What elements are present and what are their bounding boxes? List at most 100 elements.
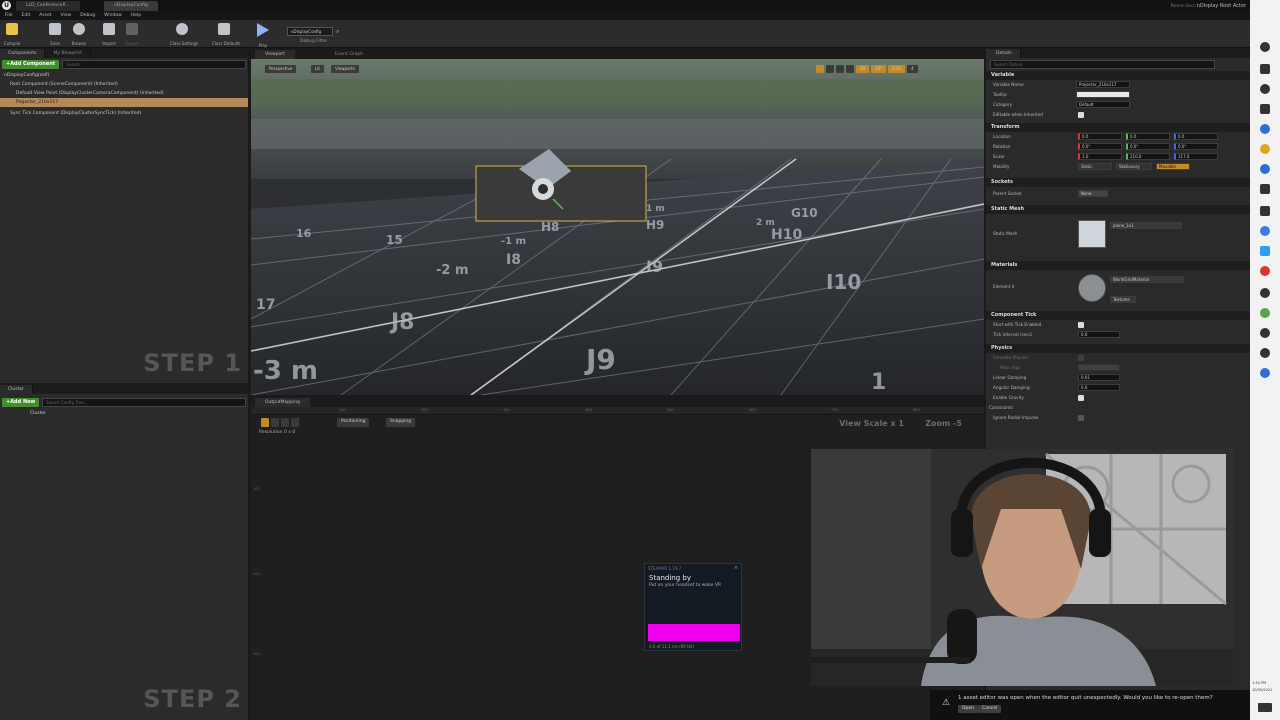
class-defaults-button[interactable]: Class Defaults [212,23,241,47]
section-physics[interactable]: Physics [986,344,1250,353]
tree-item-root-component[interactable]: Root Component (SceneComponent) (Inherit… [0,80,248,89]
material-thumbnail[interactable] [1078,274,1106,302]
material-textures-button[interactable]: Textures [1110,296,1136,303]
location-z[interactable]: 0.0 [1174,133,1218,140]
start-tick-checkbox[interactable] [1078,322,1084,328]
tick-interval-field[interactable]: 0.0 [1078,331,1120,338]
editable-checkbox[interactable] [1078,112,1084,118]
chrome-icon[interactable] [1260,144,1270,154]
parent-socket-field[interactable]: None [1078,190,1108,197]
app-icon[interactable] [1260,328,1270,338]
document-tab-config[interactable]: nDisplayConfig [104,1,158,11]
tree-item-cluster[interactable]: Cluster [0,409,248,418]
play-button[interactable]: Play [251,23,275,48]
app-icon[interactable] [1260,368,1270,378]
scale-y[interactable]: 210.0 [1126,153,1170,160]
mobility-movable[interactable]: Movable [1156,163,1190,170]
components-search-input[interactable]: Search [62,60,246,69]
section-variable[interactable]: Variable [986,71,1250,80]
tree-item-sync-tick[interactable]: Sync Tick Component (DisplayClusterSyncT… [0,109,248,118]
material-dropdown[interactable]: WorldGridMaterial [1110,276,1184,283]
compile-button[interactable]: Compile [0,23,24,47]
tab-viewport[interactable]: Viewport [255,50,295,59]
grid-snap-value[interactable]: 10 [856,65,870,73]
import-button[interactable]: Import [97,23,121,47]
app-icon[interactable] [1260,84,1270,94]
menu-edit[interactable]: Edit [22,13,31,18]
location-x[interactable]: 0.0 [1078,133,1122,140]
class-settings-button[interactable]: Class Settings [170,23,198,47]
mesh-thumbnail[interactable] [1078,220,1106,248]
open-button[interactable]: Open [958,705,979,713]
rotation-x[interactable]: 0.0° [1078,143,1122,150]
zoom-icon[interactable] [291,418,299,427]
tab-output-mapping[interactable]: OutputMapping [255,398,310,407]
app-icon[interactable] [1260,184,1270,194]
cluster-search-input[interactable]: Search Config Tree... [42,398,246,407]
snapping-button[interactable]: Snapping [386,418,416,427]
app-icon[interactable] [1260,226,1270,236]
viewports-button[interactable]: Viewports [331,65,359,73]
simulate-physics-checkbox[interactable] [1078,355,1084,361]
export-button[interactable]: Export [120,23,144,47]
scale-icon[interactable] [836,65,844,73]
cancel-button[interactable]: Cancel [978,705,1002,713]
perspective-button[interactable]: Perspective [265,65,297,73]
tree-item-projector[interactable]: Projector_210x117 [0,98,248,107]
section-transform[interactable]: Transform [986,123,1250,132]
scale-icon[interactable] [281,418,289,427]
category-dropdown[interactable]: Default [1076,101,1130,108]
app-icon[interactable] [1260,42,1270,52]
tree-root[interactable]: nDisplayConfig(self) [0,71,248,80]
tab-event-graph[interactable]: Event Graph [325,50,374,59]
static-mesh-dropdown[interactable]: plane_1x1 [1110,222,1182,229]
positioning-button[interactable]: Positioning [337,418,370,427]
tab-cluster[interactable]: Cluster [0,385,33,394]
app-icon[interactable] [1260,246,1270,256]
debug-object-combo[interactable]: nDisplayConfig [287,27,333,36]
mass-field[interactable] [1078,364,1120,371]
tab-details[interactable]: Details [986,49,1021,58]
menu-view[interactable]: View [61,13,72,18]
app-icon[interactable] [1260,164,1270,174]
browse-button[interactable]: Browse [67,23,91,47]
add-new-button[interactable]: +Add New [2,398,40,407]
scale-z[interactable]: 117.0 [1174,153,1218,160]
search-icon[interactable]: ⌕ [336,28,339,36]
location-y[interactable]: 0.0 [1126,133,1170,140]
notification-icon[interactable] [1258,703,1272,712]
menu-help[interactable]: Help [131,13,141,18]
save-button[interactable]: Save [43,23,67,47]
ignore-radial-checkbox[interactable] [1078,415,1084,421]
translate-icon[interactable] [816,65,824,73]
section-static-mesh[interactable]: Static Mesh [986,205,1250,214]
prop-label[interactable]: Constraints [989,405,1013,410]
close-icon[interactable]: × [734,565,738,571]
linear-damping-field[interactable]: 0.01 [1078,374,1120,381]
app-icon[interactable] [1260,308,1270,318]
tab-my-blueprint[interactable]: My Blueprint [45,49,91,58]
document-tab-level[interactable]: LLD_ConferenceR... [16,1,80,11]
app-icon[interactable] [1260,266,1270,276]
add-component-button[interactable]: +Add Component [2,60,60,69]
app-icon[interactable] [1260,348,1270,358]
app-icon[interactable] [1260,206,1270,216]
world-icon[interactable] [846,65,854,73]
mobility-static[interactable]: Static [1078,163,1112,170]
steamvr-status-window[interactable]: STEAMVR 1.19.7 × Standing by Put on your… [644,563,742,651]
app-icon[interactable] [1260,104,1270,114]
scale-x[interactable]: 1.0 [1078,153,1122,160]
tab-components[interactable]: Components [0,49,46,58]
menu-window[interactable]: Window [104,13,122,18]
rotation-z[interactable]: 0.0° [1174,143,1218,150]
move-icon[interactable] [271,418,279,427]
rotation-snap-value[interactable]: 10° [871,65,887,73]
menu-asset[interactable]: Asset [39,13,51,18]
rotation-y[interactable]: 0.0° [1126,143,1170,150]
app-icon[interactable] [1260,64,1270,74]
menu-file[interactable]: File [5,13,13,18]
camera-speed-value[interactable]: 4 [907,65,918,73]
lit-button[interactable]: Lit [311,65,324,73]
select-icon[interactable] [261,418,269,427]
mobility-stationary[interactable]: Stationary [1116,163,1152,170]
